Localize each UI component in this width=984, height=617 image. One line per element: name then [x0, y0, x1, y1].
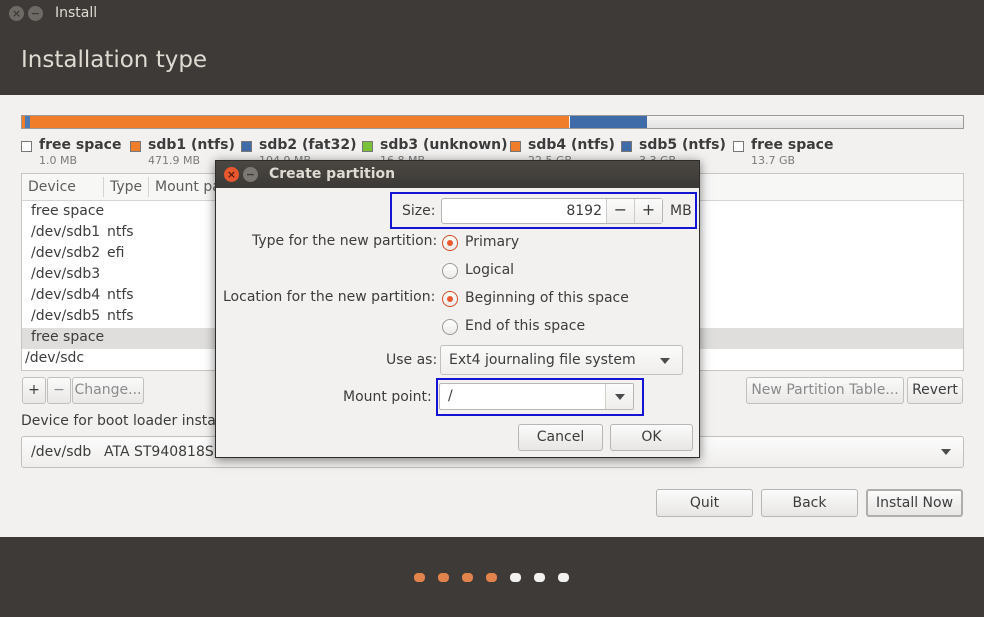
progress-dot	[462, 573, 473, 582]
row-device: /dev/sdb2	[31, 245, 101, 261]
partition-bar-segment	[570, 116, 647, 128]
legend-size: 1.0 MB	[39, 154, 78, 167]
window-minimize-icon[interactable]: −	[28, 6, 43, 21]
row-device: /dev/sdb5	[31, 308, 101, 324]
column-header-mount[interactable]: Mount pa	[155, 179, 221, 195]
partition-bar	[21, 115, 964, 129]
location-label: Location for the new partition:	[223, 289, 436, 305]
progress-dot	[414, 573, 425, 582]
legend-swatch	[130, 141, 141, 152]
size-label: Size:	[402, 203, 436, 219]
back-button[interactable]: Back	[761, 489, 858, 517]
row-device: /dev/sdb1	[31, 224, 101, 240]
ok-button[interactable]: OK	[610, 424, 693, 451]
legend-name: sdb2 (fat32)	[259, 137, 357, 153]
legend-name: sdb5 (ntfs)	[639, 137, 726, 153]
size-value[interactable]: 8192	[442, 203, 602, 219]
location-beginning-label[interactable]: Beginning of this space	[465, 290, 629, 306]
dialog-titlebar: × − Create partition	[216, 161, 699, 188]
dialog-close-icon[interactable]: ×	[224, 167, 239, 182]
legend-name: sdb1 (ntfs)	[148, 137, 235, 153]
size-increment-button[interactable]: +	[634, 199, 662, 223]
partition-bar-segment	[30, 116, 569, 128]
location-end-radio[interactable]	[442, 319, 458, 335]
column-header-type[interactable]: Type	[110, 179, 142, 195]
size-decrement-button[interactable]: −	[606, 199, 634, 223]
legend-size: 471.9 MB	[148, 154, 201, 167]
type-label: Type for the new partition:	[252, 233, 438, 249]
mount-point-label: Mount point:	[343, 389, 432, 405]
window-title: Install	[55, 5, 98, 21]
mount-point-combo[interactable]: /	[439, 383, 634, 410]
legend-size: 13.7 GB	[751, 154, 796, 167]
chevron-down-icon	[615, 394, 625, 400]
progress-dots	[0, 572, 984, 584]
row-device: /dev/sdb4	[31, 287, 101, 303]
progress-dot	[486, 573, 497, 582]
type-primary-radio[interactable]	[442, 235, 458, 251]
row-device: free space	[31, 203, 105, 219]
column-divider	[148, 177, 149, 197]
row-type: ntfs	[107, 224, 134, 240]
progress-dot	[510, 573, 521, 582]
progress-dot	[534, 573, 545, 582]
use-as-label: Use as:	[386, 352, 438, 368]
legend-name: sdb3 (unknown)	[380, 137, 508, 153]
progress-dot	[558, 573, 569, 582]
revert-button[interactable]: Revert	[907, 377, 963, 404]
install-now-button[interactable]: Install Now	[866, 489, 963, 517]
legend-name: free space	[39, 137, 122, 153]
row-device: /dev/sdb3	[31, 266, 101, 282]
column-divider	[103, 177, 104, 197]
size-unit: MB	[670, 203, 692, 219]
new-partition-table-button[interactable]: New Partition Table...	[746, 377, 904, 404]
window-titlebar: × − Install	[0, 0, 984, 28]
quit-button[interactable]: Quit	[656, 489, 753, 517]
legend-name: free space	[751, 137, 834, 153]
create-partition-dialog: × − Create partition Size: 8192 − + MB T…	[215, 160, 700, 458]
window-close-icon[interactable]: ×	[9, 6, 24, 21]
chevron-down-icon	[660, 358, 670, 364]
location-beginning-radio[interactable]	[442, 291, 458, 307]
legend-swatch	[510, 141, 521, 152]
dialog-minimize-icon[interactable]: −	[243, 167, 258, 182]
mount-point-dropdown-button[interactable]	[605, 384, 633, 409]
boot-loader-device: /dev/sdb	[31, 444, 92, 460]
row-type: efi	[107, 245, 125, 261]
cancel-button[interactable]: Cancel	[518, 424, 603, 451]
boot-loader-label: Device for boot loader instal	[21, 413, 220, 429]
legend-swatch	[733, 141, 744, 152]
page-title: Installation type	[21, 47, 208, 73]
chevron-down-icon	[941, 449, 951, 455]
column-header-device[interactable]: Device	[28, 179, 76, 195]
type-logical-label[interactable]: Logical	[465, 262, 514, 278]
row-device: free space	[31, 329, 105, 345]
size-spinbox[interactable]: 8192 − +	[441, 198, 663, 224]
type-logical-radio[interactable]	[442, 263, 458, 279]
progress-dot	[438, 573, 449, 582]
remove-partition-button[interactable]: −	[47, 377, 71, 404]
type-primary-label[interactable]: Primary	[465, 234, 519, 250]
change-partition-button[interactable]: Change...	[72, 377, 144, 404]
legend-swatch	[621, 141, 632, 152]
mount-point-value[interactable]: /	[448, 388, 453, 404]
dialog-title: Create partition	[269, 166, 396, 182]
legend-name: sdb4 (ntfs)	[528, 137, 615, 153]
legend-swatch	[362, 141, 373, 152]
boot-loader-model: ATA ST940818SM	[104, 444, 226, 460]
legend-swatch	[21, 141, 32, 152]
row-device: /dev/sdc	[25, 350, 85, 366]
use-as-value: Ext4 journaling file system	[449, 352, 636, 368]
legend-swatch	[241, 141, 252, 152]
row-type: ntfs	[107, 287, 134, 303]
use-as-select[interactable]: Ext4 journaling file system	[440, 345, 683, 375]
row-type: ntfs	[107, 308, 134, 324]
add-partition-button[interactable]: +	[22, 377, 46, 404]
location-end-label[interactable]: End of this space	[465, 318, 585, 334]
